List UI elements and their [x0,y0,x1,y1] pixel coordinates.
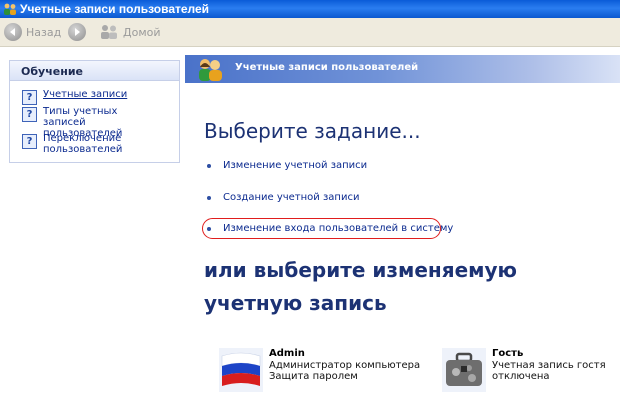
help-icon: ? [22,90,37,105]
account-status: отключена [492,371,550,382]
task-heading: Выберите задание... [204,119,421,143]
account-heading: или выберите изменяемую учетную запись [204,258,517,315]
highlight-annotation [202,218,441,239]
main-header-title: Учетные записи пользователей [235,62,419,73]
account-admin[interactable]: Admin Администратор компьютера Защита па… [219,348,420,392]
users-home-icon [101,25,117,39]
learn-link[interactable]: Переключение пользователей [43,133,163,155]
account-type: Администратор компьютера [269,360,421,371]
task-create-account[interactable]: Создание учетной записи [207,192,359,203]
bullet [207,163,211,168]
learn-item-switching[interactable]: ? Переключение пользователей [22,133,163,155]
home-label: Домой [123,25,161,39]
toolbar: Назад Домой [0,18,620,47]
briefcase-icon [442,348,486,392]
home-button[interactable]: Домой [98,22,161,42]
account-type: Учетная запись гостя [492,360,606,371]
back-arrow-icon [4,23,22,41]
learn-heading: Обучение [10,61,179,81]
task-link[interactable]: Изменение учетной записи [223,160,367,171]
users-icon [199,59,222,81]
forward-button[interactable] [68,22,86,42]
account-name: Гость [492,348,524,359]
back-button[interactable]: Назад [4,22,61,42]
window-titlebar: Учетные записи пользователей [0,0,620,18]
bullet [207,195,211,200]
main-header: Учетные записи пользователей [185,55,620,83]
back-label: Назад [26,25,62,39]
russian-flag-icon [219,348,263,392]
help-icon: ? [22,107,37,122]
left-pane: Обучение ? Учетные записи ? Типы учетных… [0,47,185,398]
account-status: Защита паролем [269,371,358,382]
main-pane: Учетные записи пользователей Выберите за… [185,47,620,398]
forward-arrow-icon [68,23,86,41]
learn-panel: Обучение ? Учетные записи ? Типы учетных… [9,60,180,163]
account-name: Admin [269,348,305,359]
task-link[interactable]: Создание учетной записи [223,192,359,203]
users-icon [4,3,16,15]
help-icon: ? [22,134,37,149]
learn-link[interactable]: Учетные записи [43,89,163,100]
learn-item-accounts[interactable]: ? Учетные записи [22,89,163,105]
window-title: Учетные записи пользователей [20,2,210,16]
task-change-account[interactable]: Изменение учетной записи [207,160,367,171]
account-guest[interactable]: Гость Учетная запись гостя отключена [442,348,606,392]
